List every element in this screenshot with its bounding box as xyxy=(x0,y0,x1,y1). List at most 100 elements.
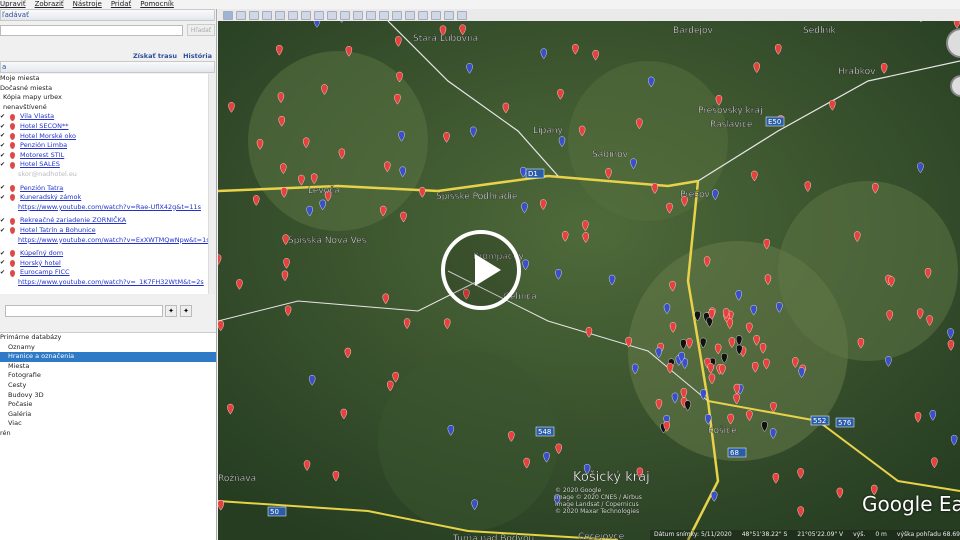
get-directions-link[interactable]: Získať trasu xyxy=(133,52,177,60)
places-item[interactable]: ✔ Hotel SALES xyxy=(0,160,208,170)
toolbar-button[interactable] xyxy=(379,10,389,20)
places-item-label[interactable]: Moje miesta xyxy=(0,74,40,84)
places-item[interactable]: ✔ Penzión Tatra xyxy=(0,184,208,194)
toolbar-button[interactable] xyxy=(288,10,298,20)
places-item-label[interactable]: Kúpeľný dom xyxy=(20,249,63,259)
toolbar-button[interactable] xyxy=(366,10,376,20)
checkbox[interactable]: ✔ xyxy=(0,270,6,276)
places-item[interactable]: ✔ Motorest STIL xyxy=(0,151,208,161)
places-item-label[interactable]: Dočasné miesta xyxy=(0,84,52,94)
layer-item[interactable]: Primárne databázy xyxy=(0,333,216,343)
places-item-label[interactable]: Horský hotel xyxy=(20,259,61,269)
places-item-label[interactable]: Kópia mapy urbex xyxy=(3,93,62,103)
move-down-button[interactable]: ✦ xyxy=(180,305,192,317)
places-item[interactable]: Dočasné miesta xyxy=(0,84,208,94)
places-item[interactable]: ✔ Kúpeľný dom xyxy=(0,249,208,259)
toolbar-button[interactable] xyxy=(262,10,272,20)
checkbox[interactable]: ✔ xyxy=(0,260,6,266)
places-item[interactable]: ✔ Penzión Limba xyxy=(0,141,208,151)
places-scrollbar[interactable] xyxy=(208,74,216,294)
places-header[interactable]: a xyxy=(0,61,215,73)
places-item-label[interactable]: Hotel Tatrín a Bohunice xyxy=(20,226,96,236)
toolbar-button[interactable] xyxy=(405,10,415,20)
places-item-label[interactable]: Rekreačné zariadenie ZORNIČKA xyxy=(20,216,126,226)
places-filter-input[interactable] xyxy=(5,305,163,317)
checkbox[interactable]: ✔ xyxy=(0,185,6,191)
toolbar-button[interactable] xyxy=(275,10,285,20)
video-play-button[interactable] xyxy=(441,230,521,310)
youtube-link[interactable]: https://www.youtube.com/watch?v=_1K7FH32… xyxy=(18,278,204,288)
menu-view[interactable]: Zobraziť xyxy=(35,0,64,9)
places-item[interactable]: https://www.youtube.com/watch?v=Rae-UflX… xyxy=(0,203,208,213)
places-item-label[interactable]: Penzión Limba xyxy=(20,141,67,151)
search-button[interactable]: Hľadať xyxy=(187,24,215,36)
toolbar-button[interactable] xyxy=(327,10,337,20)
places-item-label[interactable]: Eurocamp FICC xyxy=(20,268,70,278)
move-up-button[interactable]: ✦ xyxy=(165,305,177,317)
places-item[interactable]: skor@nadhotel.eu xyxy=(0,170,208,180)
checkbox[interactable]: ✔ xyxy=(0,114,6,120)
places-item[interactable]: nenavštívené xyxy=(0,103,208,113)
menu-help[interactable]: Pomocník xyxy=(140,0,174,9)
places-item[interactable]: https://www.youtube.com/watch?v=_1K7FH32… xyxy=(0,278,208,288)
toolbar-button[interactable] xyxy=(236,10,246,20)
toolbar-button[interactable] xyxy=(301,10,311,20)
checkbox[interactable]: ✔ xyxy=(0,133,6,139)
search-header[interactable]: ľadávať xyxy=(0,9,215,21)
history-link[interactable]: História xyxy=(183,52,212,60)
checkbox[interactable]: ✔ xyxy=(0,152,6,159)
toolbar-button[interactable] xyxy=(340,10,350,20)
youtube-link[interactable]: https://www.youtube.com/watch?v=ExXWTMQw… xyxy=(18,236,208,246)
toolbar-button[interactable] xyxy=(223,10,233,20)
places-item[interactable]: ✔ Hotel Morské oko xyxy=(0,132,208,142)
menu-edit[interactable]: Upraviť xyxy=(0,0,26,9)
checkbox[interactable]: ✔ xyxy=(0,162,6,168)
toolbar-button[interactable] xyxy=(457,10,467,20)
checkbox[interactable]: ✔ xyxy=(0,194,6,201)
checkbox[interactable]: ✔ xyxy=(0,250,6,257)
toolbar-button[interactable] xyxy=(353,10,363,20)
places-item[interactable]: ✔ Hotel SECON** xyxy=(0,122,208,132)
checkbox[interactable]: ✔ xyxy=(0,123,6,130)
places-item[interactable]: ✔ Horský hotel xyxy=(0,259,208,269)
toolbar-button[interactable] xyxy=(444,10,454,20)
layer-item[interactable]: Viac xyxy=(0,419,216,429)
checkbox[interactable]: ✔ xyxy=(0,227,6,234)
places-item-label[interactable]: Penzión Tatra xyxy=(20,184,63,194)
places-item-label[interactable]: nenavštívené xyxy=(3,103,47,113)
layer-item[interactable]: Budovy 3D xyxy=(0,391,216,401)
places-item[interactable]: Kópia mapy urbex xyxy=(0,93,208,103)
places-item-label[interactable]: Kuneradský zámok xyxy=(20,193,81,203)
places-item-label[interactable]: Vila Vlasta xyxy=(20,112,54,122)
layer-item[interactable]: rén xyxy=(0,429,216,439)
places-item[interactable]: ✔ Vila Vlasta xyxy=(0,112,208,122)
places-item[interactable]: Moje miesta xyxy=(0,74,208,84)
layer-item[interactable]: Hranice a označenia xyxy=(0,352,216,362)
layer-item[interactable]: Počasie xyxy=(0,400,216,410)
places-item-label[interactable]: Hotel SECON** xyxy=(20,122,69,132)
toolbar-button[interactable] xyxy=(249,10,259,20)
places-item[interactable]: ✔ Hotel Tatrín a Bohunice xyxy=(0,226,208,236)
layer-item[interactable]: Cesty xyxy=(0,381,216,391)
search-input[interactable] xyxy=(0,25,183,36)
layer-item[interactable]: Oznamy xyxy=(0,343,216,353)
places-item[interactable]: ✔ Eurocamp FICC xyxy=(0,268,208,278)
toolbar-button[interactable] xyxy=(392,10,402,20)
places-item[interactable]: ✔ Rekreačné zariadenie ZORNIČKA xyxy=(0,216,208,226)
youtube-link[interactable]: https://www.youtube.com/watch?v=Rae-UflX… xyxy=(18,203,201,213)
layer-item[interactable]: Fotografie xyxy=(0,371,216,381)
layer-item[interactable]: Galéria xyxy=(0,410,216,420)
places-item-label[interactable]: Motorest STIL xyxy=(20,151,64,161)
places-item[interactable]: ✔ Kuneradský zámok xyxy=(0,193,208,203)
toolbar-button[interactable] xyxy=(418,10,428,20)
map-view[interactable]: Stará Ľubovňa Bardejov Prešovský kraj Rasla… xyxy=(218,21,960,540)
toolbar-button[interactable] xyxy=(431,10,441,20)
layer-item[interactable]: Miesta xyxy=(0,362,216,372)
menu-add[interactable]: Pridať xyxy=(111,0,131,9)
menu-tools[interactable]: Nástroje xyxy=(73,0,102,9)
toolbar-button[interactable] xyxy=(314,10,324,20)
checkbox[interactable]: ✔ xyxy=(0,142,6,149)
checkbox[interactable]: ✔ xyxy=(0,218,6,224)
places-item-label[interactable]: Hotel Morské oko xyxy=(20,132,76,142)
places-item-label[interactable]: Hotel SALES xyxy=(20,160,60,170)
